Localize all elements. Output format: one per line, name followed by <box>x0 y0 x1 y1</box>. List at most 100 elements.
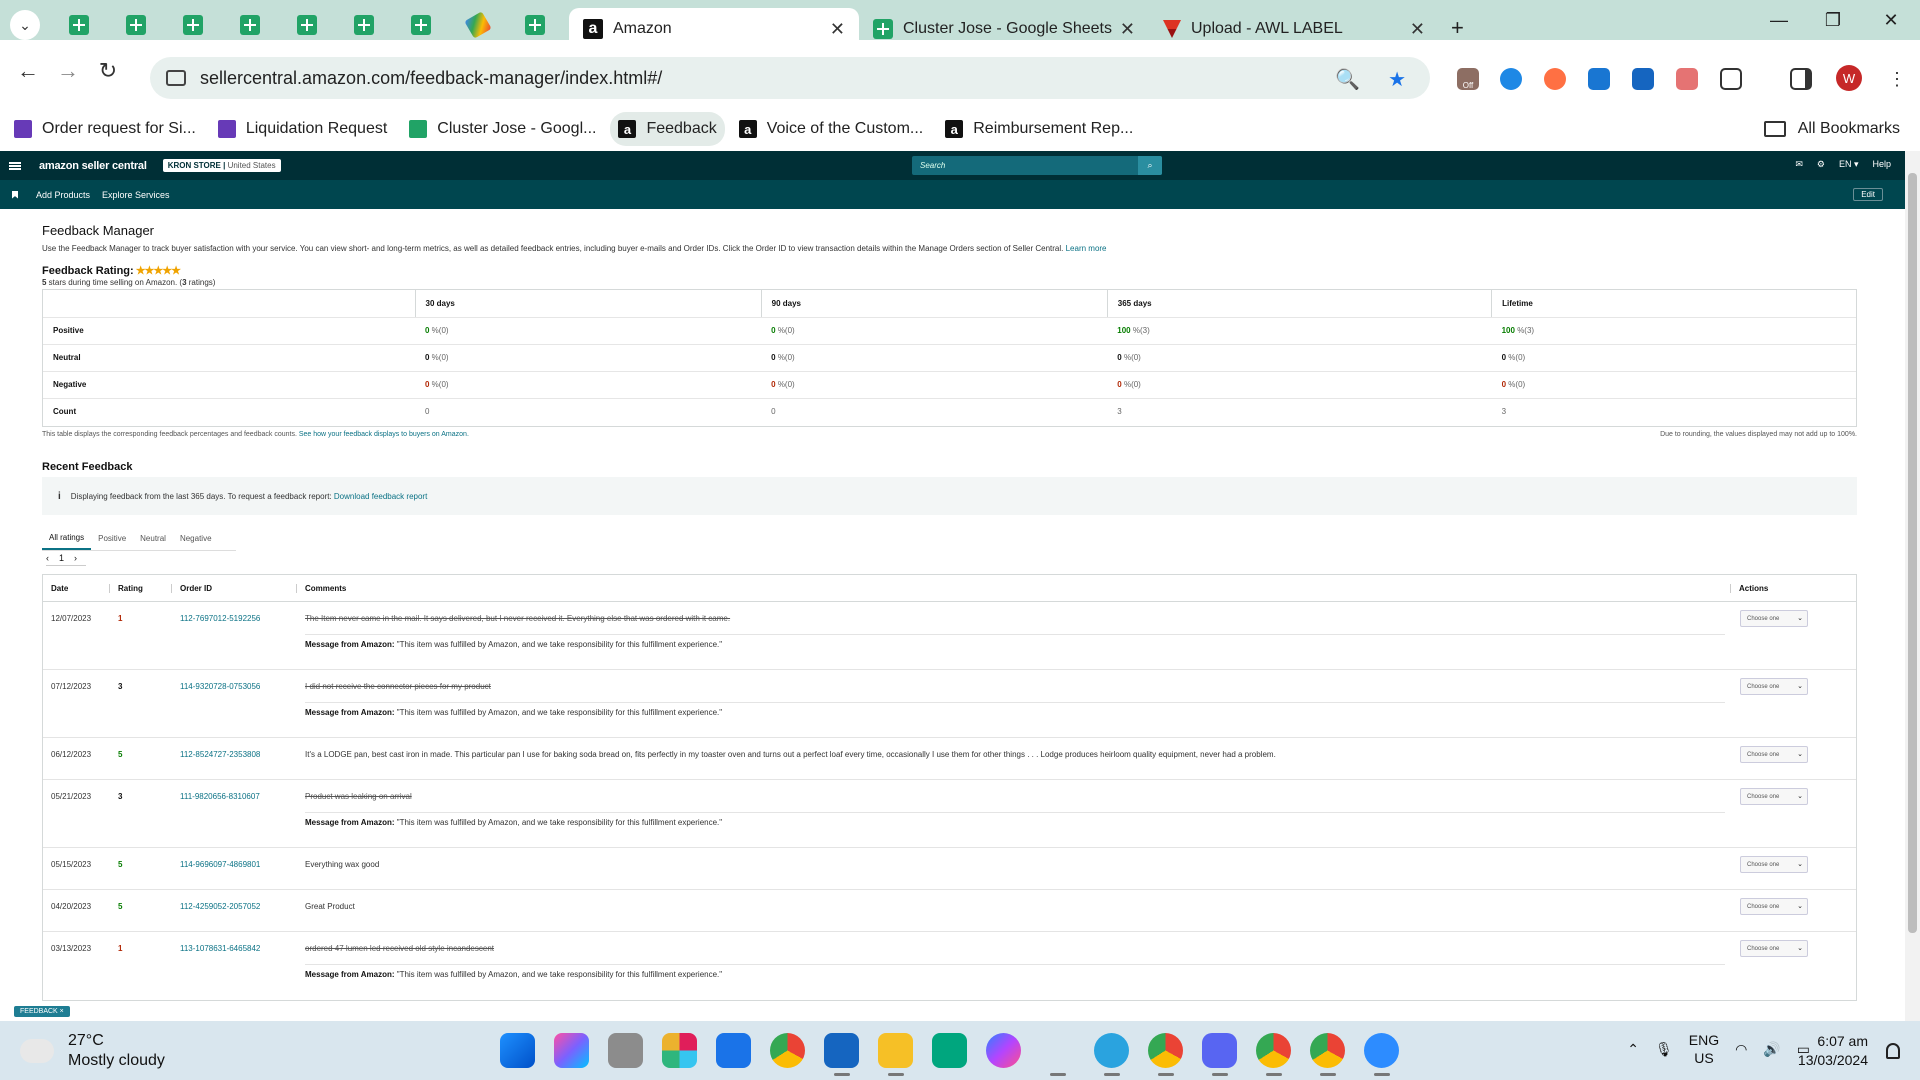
action-dropdown[interactable]: Choose one ⌄ <box>1740 678 1808 695</box>
extension-off-icon[interactable]: Off <box>1457 68 1479 90</box>
order-id-link[interactable]: 114-9320728-0753056 <box>180 682 260 691</box>
clock[interactable]: 6:07 am 13/03/2024 <box>1798 1032 1868 1070</box>
bookmark-item[interactable]: a Reimbursement Rep... <box>937 112 1141 146</box>
order-id-link[interactable]: 112-4259052-2057052 <box>180 902 260 911</box>
copilot-icon[interactable] <box>554 1033 589 1068</box>
help-link[interactable]: Help <box>1872 159 1891 170</box>
page-number[interactable]: 1 <box>59 553 64 563</box>
profile-avatar[interactable]: W <box>1836 65 1862 91</box>
mail-icon[interactable]: ✉ <box>1795 159 1803 170</box>
bookmark-item[interactable]: Liquidation Request <box>210 112 395 146</box>
side-panel-icon[interactable] <box>1790 68 1812 90</box>
tab-neutral[interactable]: Neutral <box>133 527 173 550</box>
learn-more-link[interactable]: Learn more <box>1066 244 1107 253</box>
chrome-profile-icon[interactable] <box>1310 1033 1345 1076</box>
chevron-up-icon[interactable]: ⌃ <box>1627 1041 1639 1058</box>
action-dropdown[interactable]: Choose one ⌄ <box>1740 610 1808 627</box>
seller-central-logo[interactable]: amazon seller central <box>39 160 147 172</box>
microphone-icon[interactable]: 🎙 <box>1655 1041 1673 1058</box>
language-selector[interactable]: EN ▾ <box>1839 159 1859 170</box>
order-id-link[interactable]: 113-1078631-6465842 <box>180 944 260 953</box>
new-tab-button[interactable]: + <box>1451 15 1464 41</box>
messenger-icon[interactable] <box>986 1033 1021 1068</box>
seller-search[interactable]: Search ⌕ <box>912 156 1162 175</box>
metrics-cell: 0 %(0) <box>1107 371 1492 399</box>
action-dropdown[interactable]: Choose one ⌄ <box>1740 940 1808 957</box>
forward-icon[interactable]: → <box>48 51 88 91</box>
tab-search-button[interactable]: ⌄ <box>10 10 40 40</box>
extensions-puzzle-icon[interactable] <box>1720 68 1742 90</box>
slack-icon[interactable] <box>662 1033 697 1068</box>
scrollbar-thumb[interactable] <box>1908 173 1917 933</box>
action-dropdown[interactable]: Choose one ⌄ <box>1740 746 1808 763</box>
close-icon[interactable]: ✕ <box>1120 19 1135 40</box>
order-id-link[interactable]: 111-9820656-8310607 <box>180 792 260 801</box>
google-meet-icon[interactable] <box>932 1033 967 1068</box>
next-page-icon[interactable]: › <box>74 553 77 563</box>
bookmark-item[interactable]: Cluster Jose - Googl... <box>401 112 604 146</box>
chrome-icon[interactable] <box>770 1033 805 1068</box>
restore-icon[interactable]: ❐ <box>1810 0 1856 40</box>
nav-add-products[interactable]: Add Products <box>36 190 90 200</box>
reload-icon[interactable]: ↻ <box>88 51 128 91</box>
task-view-icon[interactable] <box>608 1033 643 1068</box>
nav-explore-services[interactable]: Explore Services <box>102 190 170 200</box>
notepad-icon[interactable] <box>824 1033 859 1076</box>
zoom-icon[interactable] <box>1364 1033 1399 1076</box>
notification-bell-icon[interactable] <box>1886 1043 1900 1059</box>
wifi-icon[interactable]: ◠ <box>1735 1041 1747 1058</box>
extension-blue-icon[interactable] <box>1500 68 1522 90</box>
discord-icon[interactable] <box>1202 1033 1237 1076</box>
hidden-app-icon[interactable] <box>1040 1033 1075 1076</box>
order-id-link[interactable]: 114-9696097-4869801 <box>180 860 260 869</box>
close-icon[interactable]: ✕ <box>830 19 845 40</box>
action-dropdown[interactable]: Choose one ⌄ <box>1740 788 1808 805</box>
back-icon[interactable]: ← <box>8 51 48 91</box>
bookmark-item[interactable]: Order request for Si... <box>6 112 204 146</box>
feedback-widget-tag[interactable]: FEEDBACK × <box>14 1006 70 1017</box>
order-id-link[interactable]: 112-8524727-2353808 <box>180 750 260 759</box>
bookmark-icon[interactable] <box>12 190 18 199</box>
hamburger-menu-icon[interactable] <box>9 161 21 170</box>
chrome-profile-icon[interactable] <box>1256 1033 1291 1076</box>
edit-button[interactable]: Edit <box>1853 188 1883 201</box>
sheets-icon <box>353 15 374 35</box>
windows-start-icon[interactable] <box>500 1033 535 1068</box>
tab-all-ratings[interactable]: All ratings <box>42 527 92 550</box>
prev-page-icon[interactable]: ‹ <box>46 553 49 563</box>
bookmark-item[interactable]: a Feedback <box>610 112 725 146</box>
weather-widget[interactable]: 27°C Mostly cloudy <box>16 1031 165 1071</box>
search-icon[interactable]: ⌕ <box>1138 156 1162 175</box>
telegram-icon[interactable] <box>1094 1033 1129 1076</box>
store-selector[interactable]: KRON STORE | United States <box>162 159 281 172</box>
extension-chart-icon[interactable] <box>1632 68 1654 90</box>
bookmark-item[interactable]: a Voice of the Custom... <box>731 112 932 146</box>
all-bookmarks[interactable]: All Bookmarks <box>1763 108 1900 150</box>
volume-icon[interactable]: 🔊 <box>1763 1041 1780 1058</box>
chrome-profile-icon[interactable] <box>1148 1033 1183 1076</box>
chrome-menu-icon[interactable]: ⋮ <box>1886 68 1908 90</box>
mail-app-icon[interactable] <box>716 1033 751 1068</box>
search-input[interactable]: Search <box>912 161 1138 170</box>
action-dropdown[interactable]: Choose one ⌄ <box>1740 898 1808 915</box>
action-dropdown[interactable]: Choose one ⌄ <box>1740 856 1808 873</box>
close-icon[interactable]: ✕ <box>1410 19 1425 40</box>
order-id-link[interactable]: 112-7697012-5192256 <box>180 614 260 623</box>
download-report-link[interactable]: Download feedback report <box>334 492 427 501</box>
extension-grid-icon[interactable] <box>1588 68 1610 90</box>
extension-red-icon[interactable] <box>1676 68 1698 90</box>
close-window-icon[interactable]: ✕ <box>1868 0 1914 40</box>
language-indicator[interactable]: ENG US <box>1689 1031 1719 1067</box>
bookmark-star-icon[interactable]: ★ <box>1388 67 1406 92</box>
gear-icon[interactable]: ⚙ <box>1817 159 1825 170</box>
tab-positive[interactable]: Positive <box>91 527 133 550</box>
file-explorer-icon[interactable] <box>878 1033 913 1076</box>
extension-orange-icon[interactable] <box>1544 68 1566 90</box>
page-scrollbar[interactable] <box>1905 151 1920 1021</box>
tab-negative[interactable]: Negative <box>173 527 219 550</box>
address-bar[interactable]: sellercentral.amazon.com/feedback-manage… <box>150 57 1430 99</box>
buyer-display-link[interactable]: See how your feedback displays to buyers… <box>299 431 469 438</box>
site-info-icon[interactable] <box>166 70 186 86</box>
zoom-icon[interactable]: 🔍 <box>1335 67 1360 92</box>
minimize-icon[interactable]: — <box>1756 0 1802 40</box>
